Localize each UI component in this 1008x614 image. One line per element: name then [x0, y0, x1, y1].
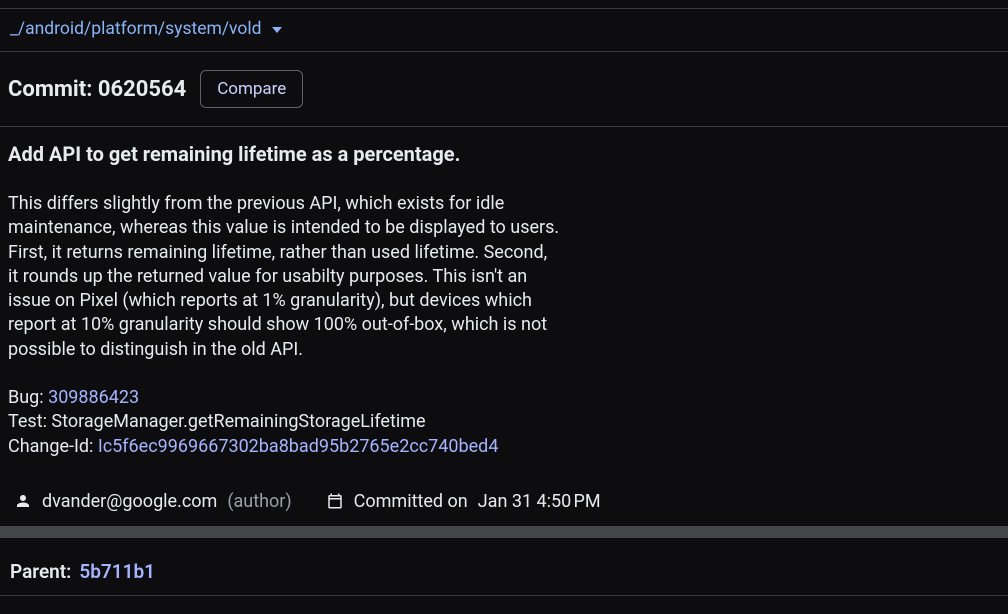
bug-line: Bug: 309886423 [8, 386, 998, 410]
parent-label: Parent: [10, 560, 71, 583]
commit-title: Add API to get remaining lifetime as a p… [8, 141, 998, 168]
compare-button[interactable]: Compare [200, 70, 303, 108]
author-row: dvander@google.com (author) Committed on… [0, 485, 1008, 526]
calendar-icon [326, 492, 344, 510]
changeid-link[interactable]: Ic5f6ec9969667302ba8bad95b2765e2cc740bed… [98, 436, 499, 457]
committed-label: Committed on [354, 491, 468, 512]
commit-hash: 0620564 [98, 77, 186, 102]
test-line: Test: StorageManager.getRemainingStorage… [8, 410, 998, 434]
breadcrumb-path: _/android/platform/system/vold [10, 19, 262, 39]
author-email[interactable]: dvander@google.com [42, 491, 217, 512]
committed-date: Jan 31 4:50 PM [478, 491, 601, 512]
commit-message: Add API to get remaining lifetime as a p… [0, 127, 1008, 485]
commit-metadata: Bug: 309886423 Test: StorageManager.getR… [8, 386, 998, 459]
commit-body: This differs slightly from the previous … [8, 192, 998, 362]
commit-header: Commit: 0620564 Compare [0, 52, 1008, 126]
commit-label: Commit: 0620564 [8, 77, 186, 102]
breadcrumb[interactable]: _/android/platform/system/vold [0, 9, 1008, 51]
author-role: (author) [227, 491, 291, 512]
parent-row: Parent: 5b711b1 [0, 538, 1008, 595]
bug-link[interactable]: 309886423 [48, 387, 139, 408]
changeid-line: Change-Id: Ic5f6ec9969667302ba8bad95b276… [8, 435, 998, 459]
section-divider-bar [0, 526, 1008, 538]
person-icon [14, 492, 32, 510]
parent-hash-link[interactable]: 5b711b1 [79, 560, 155, 583]
divider [0, 595, 1008, 596]
chevron-down-icon [272, 27, 282, 33]
